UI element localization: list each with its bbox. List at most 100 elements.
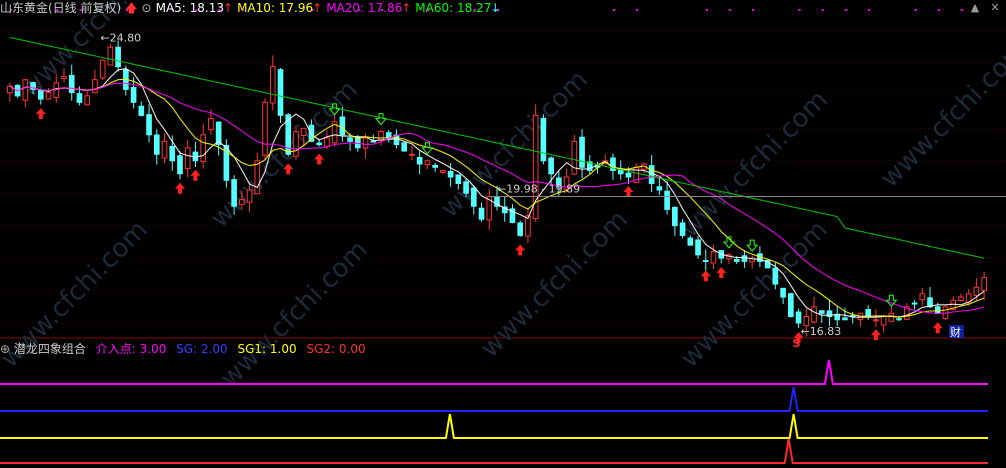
- candle-body: [571, 140, 578, 175]
- candle-body: [184, 147, 191, 169]
- level-label: ←19.98 - 19.89: [497, 182, 580, 195]
- kline-chart: www.cfchi.comwww.cfchi.com www.cfchi.com w…: [0, 0, 1006, 464]
- chevron-up-icon[interactable]: ▲: [968, 1, 982, 15]
- candle-body: [246, 189, 253, 203]
- sell-arrow-icon: [746, 239, 759, 252]
- candle-body: [316, 142, 322, 146]
- top-marker-dot: [937, 9, 940, 11]
- sg1-value: 1.00: [269, 342, 297, 356]
- candle-body: [788, 293, 794, 318]
- candle-body: [177, 155, 183, 175]
- candle-body: [702, 259, 709, 262]
- candle-body: [818, 310, 825, 314]
- candle-body: [478, 207, 485, 220]
- candle-body: [540, 117, 547, 162]
- candle-body: [76, 93, 83, 103]
- top-marker-dot: [636, 9, 639, 11]
- candle-body: [656, 186, 663, 191]
- candle-body: [262, 101, 268, 156]
- candle-body: [679, 222, 686, 236]
- watermark-text-4: www.cfchi.com: [875, 35, 1006, 194]
- buy-arrow-icon: [716, 267, 727, 279]
- candle-body: [981, 277, 987, 291]
- candle-body: [625, 172, 632, 178]
- candle-body: [470, 187, 477, 207]
- red-up-arrow-icon: 🡅: [125, 1, 138, 15]
- top-marker-dot: [960, 9, 963, 11]
- candle-body: [865, 309, 871, 318]
- ma10-arrow-icon: ↑: [312, 1, 323, 15]
- indicator-line-1: [0, 386, 988, 412]
- candle-body: [741, 255, 748, 262]
- candle-body: [239, 199, 245, 205]
- top-marker-dot: [705, 9, 708, 11]
- ma60-label: MA60: 18.27: [415, 1, 492, 15]
- buy-arrow-icon: [932, 322, 943, 334]
- candle-body: [873, 319, 879, 322]
- candle-body: [548, 157, 554, 175]
- indicator-line-2: [0, 413, 988, 439]
- candle-body: [300, 127, 307, 137]
- candle-body: [911, 302, 918, 305]
- candle-body: [416, 156, 423, 165]
- candle-body: [772, 267, 779, 285]
- candle-body: [115, 46, 121, 68]
- buy-arrow-icon: [174, 182, 185, 194]
- candle-body: [447, 171, 454, 178]
- candle-body: [958, 296, 964, 301]
- candle-body: [780, 287, 786, 298]
- candle-body: [169, 145, 176, 162]
- close-icon[interactable]: ✕: [988, 1, 1002, 15]
- top-marker-dot: [798, 9, 801, 11]
- candle-body: [254, 160, 261, 195]
- candle-body: [934, 306, 941, 314]
- candle-body: [432, 164, 438, 168]
- top-marker-dot: [844, 9, 847, 11]
- candle-body: [795, 311, 802, 324]
- top-marker-dot: [728, 9, 731, 11]
- settings-circle-icon[interactable]: ⊙: [142, 1, 152, 15]
- finance-badge: 财: [950, 325, 961, 339]
- candle-body: [401, 142, 408, 152]
- candle-body: [579, 136, 585, 168]
- candle-body: [277, 69, 284, 116]
- candle-body: [710, 251, 717, 264]
- sell-s-marker: S: [793, 337, 801, 350]
- candle-body: [517, 222, 524, 236]
- candle-body: [84, 95, 91, 106]
- high-price-label: ←24.80: [100, 31, 141, 44]
- candle-body: [648, 165, 655, 184]
- low-price-label: ←16.83: [801, 325, 842, 338]
- buy-arrow-icon: [623, 186, 634, 197]
- buy-arrow-icon: [700, 270, 711, 282]
- candle-body: [919, 293, 926, 301]
- ma5-arrow-icon: ↑: [223, 1, 234, 15]
- candle-body: [161, 140, 168, 159]
- candle-body: [347, 137, 353, 142]
- candle-body: [61, 75, 67, 80]
- ma60-arrow-icon: ↓: [490, 1, 501, 15]
- stock-title: 山东黄金(日线 前复权): [0, 1, 122, 15]
- sg-value: 2.00: [200, 342, 228, 356]
- candle-body: [424, 160, 431, 166]
- candle-body: [324, 137, 330, 147]
- indicator-header: ⊕ 潜龙四象组合 介入点: 3.00 SG: 2.00 SG1: 1.00 SG…: [0, 342, 366, 356]
- candle-body: [92, 79, 98, 94]
- candle-body: [811, 306, 817, 323]
- ma20-label: MA20: 17.86: [326, 1, 403, 15]
- candle-body: [146, 114, 152, 136]
- candle-body: [973, 286, 980, 296]
- collapse-icon[interactable]: ⊕: [0, 342, 10, 356]
- sell-arrow-icon: [374, 113, 388, 126]
- candle-body: [672, 206, 678, 227]
- chart-window: www.cfchi.com www.cfchi.com www.cfchi.com w…: [0, 0, 1006, 468]
- candle-body: [664, 190, 670, 210]
- sell-arrow-icon: [421, 142, 434, 155]
- candle-body: [880, 316, 887, 326]
- top-marker-dot: [752, 9, 755, 11]
- buy-arrow-icon: [870, 329, 881, 341]
- top-marker-dot: [821, 9, 824, 11]
- candle-body: [269, 66, 276, 104]
- candle-body: [22, 79, 29, 101]
- buy-arrow-icon: [190, 169, 201, 181]
